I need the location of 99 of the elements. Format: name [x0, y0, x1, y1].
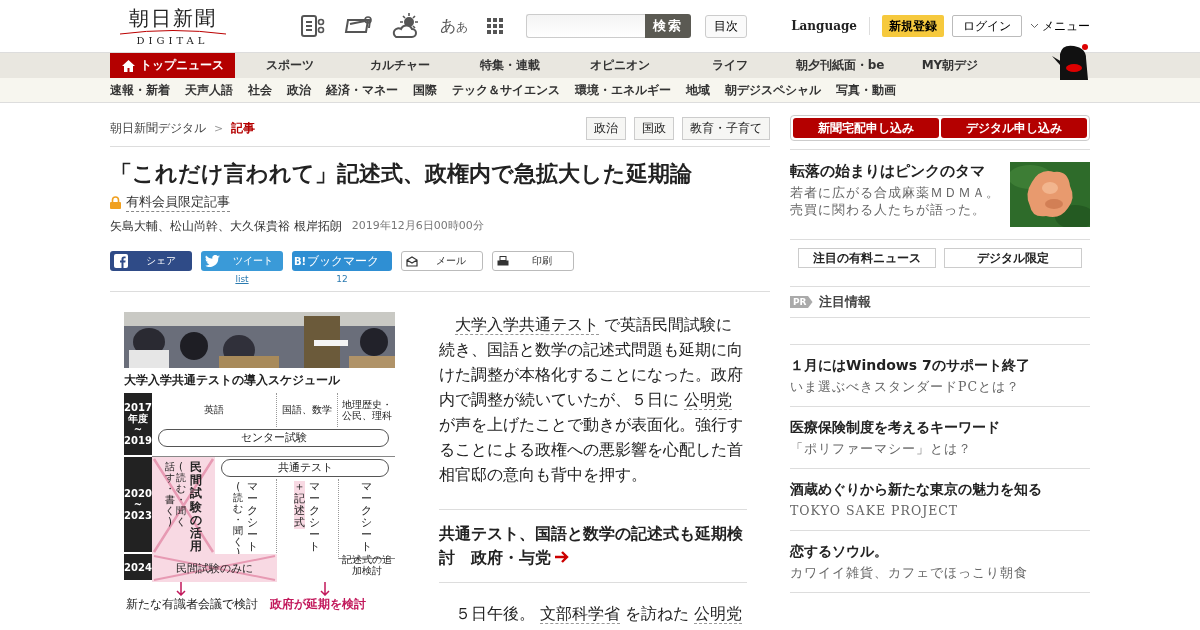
promo-summary: いま選ぶべきスタンダードPCとは？	[790, 379, 1021, 396]
category-link[interactable]: 社会	[248, 81, 272, 99]
subject-label: 国語、数学	[275, 393, 339, 427]
year-range-label: 2024	[124, 554, 152, 582]
outcome-label: 政府が延期を検討	[270, 596, 366, 613]
subscribe-button[interactable]: 新聞宅配申し込み	[793, 118, 939, 138]
promo-headline[interactable]: 恋するソウル。	[790, 543, 1090, 561]
mail-icon	[406, 255, 418, 267]
text-size-button[interactable]: ああ	[440, 15, 468, 37]
cancelled-plan-label: 民間試験の活用	[190, 461, 202, 554]
language-link[interactable]: Language	[791, 19, 857, 33]
keyword-link[interactable]: 公明党	[694, 604, 743, 624]
share-button[interactable]: B!ブックマーク	[292, 251, 392, 271]
category-link[interactable]: 環境・エネルギー	[575, 81, 671, 99]
article-title: 「これだけ言われて」記述式、政権内で急拡大した延期論	[110, 160, 693, 188]
promo-summary: TOKYO SAKE PROJECT	[790, 503, 960, 518]
topic-tag[interactable]: 国政	[634, 117, 674, 140]
bird-icon	[205, 255, 220, 267]
nav-tab[interactable]: 特集・連載	[455, 53, 565, 78]
grid-menu-icon[interactable]	[486, 17, 504, 35]
share-count[interactable]: list	[235, 274, 249, 284]
home-icon	[121, 59, 135, 72]
breadcrumb-separator: >	[214, 122, 224, 135]
exam-band: センター試験	[158, 429, 389, 447]
added-method-label: ＋記述式	[294, 481, 306, 530]
author-names: 矢島大輔、松山尚幹、大久保貴裕 根岸拓朗	[110, 218, 342, 235]
breadcrumb-link[interactable]: 朝日新聞デジタル	[110, 120, 206, 137]
down-arrow-icon	[176, 582, 186, 596]
breadcrumb-link[interactable]: 記事	[231, 120, 256, 137]
category-link[interactable]: 朝デジスペシャル	[725, 81, 821, 99]
category-link[interactable]: 天声人語	[185, 81, 233, 99]
keyword-link[interactable]: 文部科学省	[540, 604, 621, 624]
keyword-link[interactable]: 公明党	[684, 390, 733, 410]
share-button[interactable]: 印刷	[492, 251, 574, 271]
category-link[interactable]: 写真・動画	[836, 81, 896, 99]
nav-tab[interactable]: スポーツ	[235, 53, 345, 78]
category-link[interactable]: テック＆サイエンス	[452, 81, 560, 99]
review-note: 記述式の追加検討	[340, 554, 393, 578]
section-link[interactable]: デジタル限定	[944, 248, 1082, 268]
method-label: マークシート	[247, 481, 259, 556]
nav-tab[interactable]: ライフ	[675, 53, 785, 78]
feature-summary: 若者に広がる合成麻薬ＭＤＭＡ。売買に関わる人たちが語った。	[790, 185, 1000, 219]
category-link[interactable]: 経済・マネー	[326, 81, 398, 99]
article-paragraph: ５日午後。 文部科学省 を訪ねた 公明党	[454, 603, 744, 626]
method-note: 話す・書く) (読む・聞く	[165, 461, 186, 529]
facebook-icon	[114, 254, 128, 268]
site-logo[interactable]: 朝日新聞 DIGITAL	[115, 6, 230, 46]
method-label: マークシート	[309, 481, 321, 556]
subject-label: 英語	[203, 403, 225, 418]
publish-date: 2019年12月6日00時00分	[351, 218, 484, 234]
mascot-drawing	[1052, 44, 1090, 80]
promo-headline[interactable]: 医療保険制度を考えるキーワード	[790, 419, 1090, 437]
search-field[interactable]	[526, 14, 645, 38]
category-link[interactable]: 国際	[413, 81, 437, 99]
keyword-link[interactable]: 大学入学共通テスト	[455, 315, 599, 335]
method-label: マークシート	[361, 481, 373, 555]
nav-tab[interactable]: MY朝デジ	[895, 53, 1005, 78]
menu-button[interactable]: メニュー	[1030, 17, 1090, 35]
schedule-title: 大学入学共通テストの導入スケジュール	[124, 372, 341, 389]
category-link[interactable]: 速報・新着	[110, 81, 170, 99]
down-arrow-icon	[320, 582, 330, 596]
feature-headline[interactable]: 転落の始まりはピンクのタマ	[790, 162, 1000, 181]
index-button[interactable]: 目次	[705, 14, 747, 38]
promo-headline[interactable]: 酒蔵めぐりから新たな東京の魅力を知る	[790, 481, 1090, 499]
nav-tab[interactable]: オピニオン	[565, 53, 675, 78]
arrow-icon	[555, 551, 569, 563]
cancelled-plan-label: 民間試験のみに	[176, 560, 253, 576]
category-link[interactable]: 政治	[287, 81, 311, 99]
members-only-link[interactable]: 有料会員限定記事	[126, 193, 230, 212]
topic-tag[interactable]: 政治	[586, 117, 626, 140]
share-button[interactable]: メール	[401, 251, 483, 271]
topic-tag[interactable]: 教育・子育て	[682, 117, 770, 140]
year-range-label: 2017 年度 ~ 2019	[124, 393, 152, 457]
register-button[interactable]: 新規登録	[882, 15, 944, 37]
search-button[interactable]: 検索	[645, 14, 691, 38]
share-count[interactable]: 12	[336, 274, 348, 284]
login-button[interactable]: ログイン	[952, 15, 1022, 37]
caret-icon	[1030, 23, 1039, 29]
subscribe-button[interactable]: デジタル申し込み	[941, 118, 1087, 138]
nav-tab[interactable]: トップニュース	[110, 53, 235, 78]
share-button[interactable]: シェア	[110, 251, 192, 271]
pr-badge: PR	[790, 296, 813, 308]
category-link[interactable]: 地域	[686, 81, 710, 99]
nav-tab[interactable]: 朝夕刊紙面・be	[785, 53, 895, 78]
printer-icon	[497, 255, 509, 267]
year-range-label: 2020 ~ 2023	[124, 457, 152, 554]
section-heading: 注目情報	[818, 293, 871, 311]
section-link[interactable]: 注目の有料ニュース	[798, 248, 936, 268]
subject-label: 地理歴史・公民、理科	[340, 397, 393, 423]
clipping-icon[interactable]	[300, 14, 326, 38]
promo-summary: 「ポリファーマシー」とは？	[790, 441, 973, 458]
promo-headline[interactable]: １月にはWindows 7のサポート終了	[790, 357, 1090, 375]
outcome-label: 新たな有識者会議で検討	[126, 596, 258, 613]
nav-tab[interactable]: カルチャー	[345, 53, 455, 78]
promo-summary: カワイイ雑貨、カフェでほっこり朝食	[790, 565, 1029, 582]
related-article-link[interactable]: 共通テスト、国語と数学の記述式も延期検討 政府・与党	[439, 509, 747, 583]
exam-band: 共通テスト	[221, 459, 389, 477]
lock-icon	[110, 196, 121, 209]
article-paragraph: 大学入学共通テスト で英語民間試験に続き、国語と数学の記述式問題も延期に向けた調整が本格化することになった。政府内で調整が続いていたが、５日に 公明党 が声を上げたことで動きが表面化。強行することによる政権への悪影響を心配した首相官邸の意向も背中を押す。	[439, 314, 744, 486]
